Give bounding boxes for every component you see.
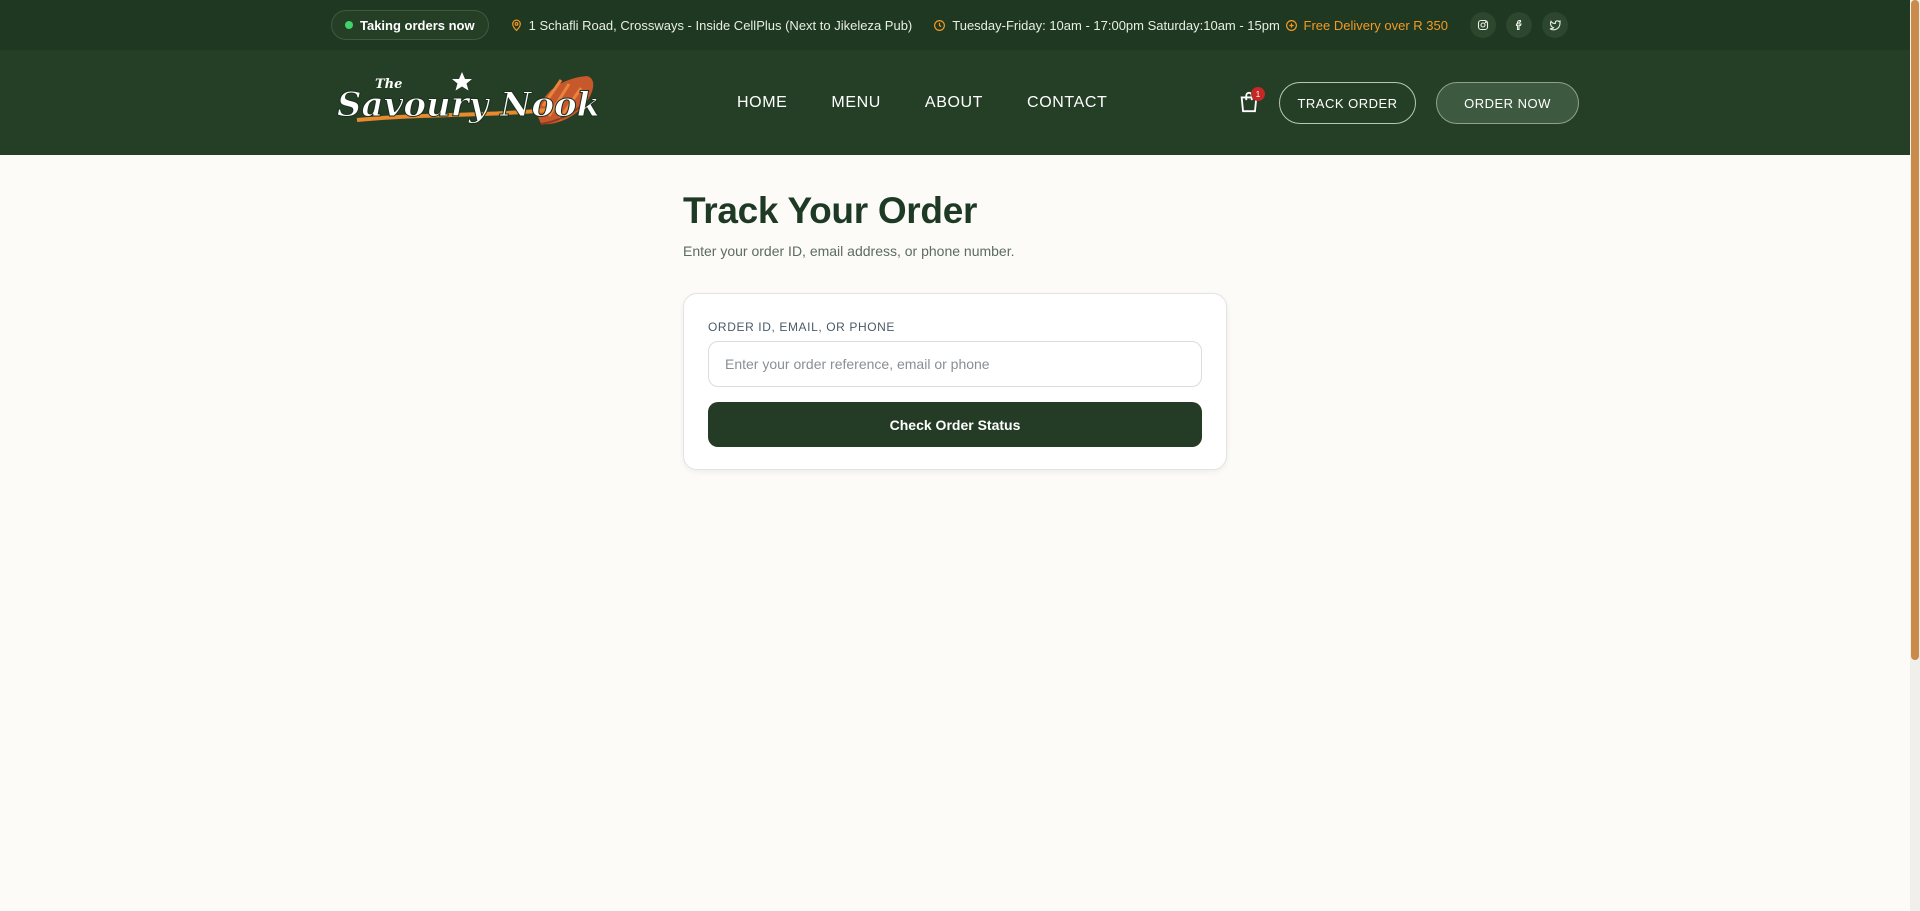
- status-dot-icon: [345, 21, 353, 29]
- top-info-bar: Taking orders now 1 Schafli Road, Crossw…: [0, 0, 1910, 50]
- nav-contact[interactable]: CONTACT: [1027, 94, 1107, 112]
- check-order-status-button[interactable]: Check Order Status: [708, 402, 1202, 447]
- address-info: 1 Schafli Road, Crossways - Inside CellP…: [510, 17, 913, 33]
- address-text: 1 Schafli Road, Crossways - Inside CellP…: [528, 17, 913, 33]
- nav-home[interactable]: HOME: [737, 94, 787, 112]
- main-header: The Savoury Nook HOME MENU ABOUT CONTACT…: [0, 50, 1910, 155]
- delivery-text: Free Delivery over R 350: [1303, 17, 1449, 33]
- order-now-button[interactable]: ORDER NOW: [1436, 82, 1579, 124]
- nav-menu[interactable]: MENU: [831, 94, 881, 112]
- brand-logo[interactable]: The Savoury Nook: [337, 70, 597, 132]
- instagram-icon: [1477, 19, 1489, 31]
- hours-info: Tuesday-Friday: 10am - 17:00pm Saturday:…: [933, 18, 1280, 33]
- main-nav: HOME MENU ABOUT CONTACT: [737, 50, 1107, 155]
- instagram-link[interactable]: [1470, 12, 1496, 38]
- status-text: Taking orders now: [360, 17, 475, 33]
- brand-main-text: Savoury Nook: [337, 85, 597, 125]
- facebook-icon: [1515, 19, 1522, 31]
- delivery-info: Free Delivery over R 350: [1285, 17, 1449, 33]
- status-badge: Taking orders now: [331, 10, 489, 40]
- nav-about[interactable]: ABOUT: [925, 94, 983, 112]
- twitter-icon: [1549, 20, 1561, 31]
- track-order-button[interactable]: TRACK ORDER: [1279, 82, 1416, 124]
- facebook-link[interactable]: [1506, 12, 1532, 38]
- order-lookup-input[interactable]: [708, 341, 1202, 387]
- page-title: Track Your Order: [683, 190, 978, 231]
- page-subtitle: Enter your order ID, email address, or p…: [683, 243, 1015, 259]
- twitter-link[interactable]: [1542, 12, 1568, 38]
- track-order-card: ORDER ID, EMAIL, OR PHONE Check Order St…: [683, 293, 1227, 470]
- order-lookup-label: ORDER ID, EMAIL, OR PHONE: [708, 320, 896, 334]
- cart-count-badge: 1: [1251, 87, 1265, 101]
- clock-icon: [934, 19, 946, 31]
- scrollbar-thumb[interactable]: [1911, 0, 1919, 660]
- location-pin-icon: [511, 19, 521, 32]
- plus-circle-icon: [1285, 19, 1297, 31]
- social-links: [1470, 12, 1568, 38]
- hours-text: Tuesday-Friday: 10am - 17:00pm Saturday:…: [952, 17, 1280, 33]
